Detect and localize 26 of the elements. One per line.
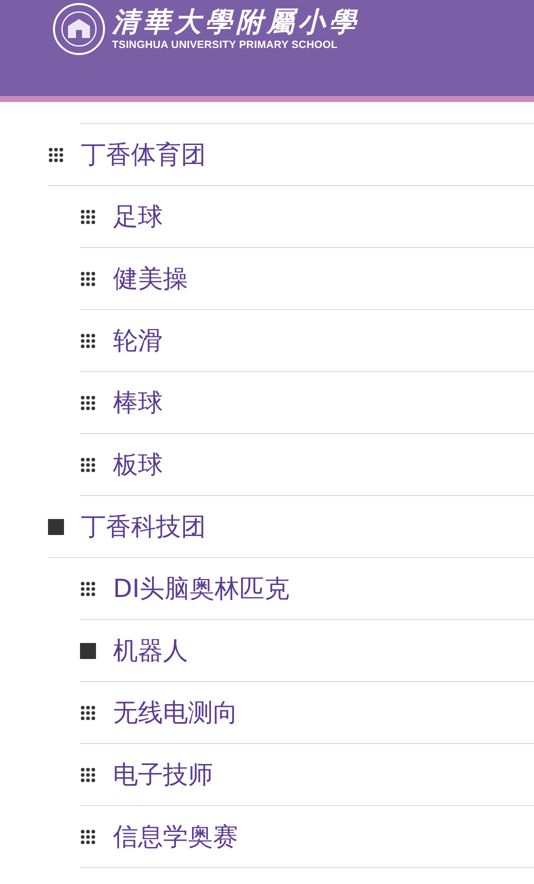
logo-title: 清華大學附屬小學 — [112, 6, 360, 40]
square-icon — [48, 518, 64, 534]
grid-icon — [80, 208, 96, 224]
submenu-item[interactable]: 机器人 — [113, 636, 188, 666]
grid-icon — [80, 394, 96, 410]
menu-item[interactable]: 丁香体育团 — [81, 140, 206, 170]
grid-icon — [80, 704, 96, 720]
submenu-item[interactable]: 信息学奥赛 — [113, 822, 238, 852]
grid-icon — [48, 146, 64, 162]
grid-icon — [80, 828, 96, 844]
grid-icon — [80, 766, 96, 782]
grid-icon — [80, 332, 96, 348]
submenu-item[interactable]: DI头脑奥林匹克 — [113, 574, 290, 604]
submenu-item[interactable]: 足球 — [113, 202, 163, 232]
submenu-item[interactable]: 健美操 — [113, 264, 188, 294]
submenu-item[interactable]: 棒球 — [113, 388, 163, 418]
submenu-item[interactable]: 板球 — [113, 450, 163, 480]
menu-item[interactable]: 丁香科技团 — [81, 512, 206, 542]
square-icon — [80, 642, 96, 658]
grid-icon — [80, 580, 96, 596]
submenu-item[interactable]: 无线电测向 — [113, 698, 238, 728]
submenu-item[interactable]: 轮滑 — [113, 326, 163, 356]
submenu-item[interactable]: 电子技师 — [113, 760, 213, 790]
grid-icon — [80, 456, 96, 472]
logo-subtitle: TSINGHUA UNIVERSITY PRIMARY SCHOOL — [112, 39, 339, 52]
grid-icon — [80, 270, 96, 286]
